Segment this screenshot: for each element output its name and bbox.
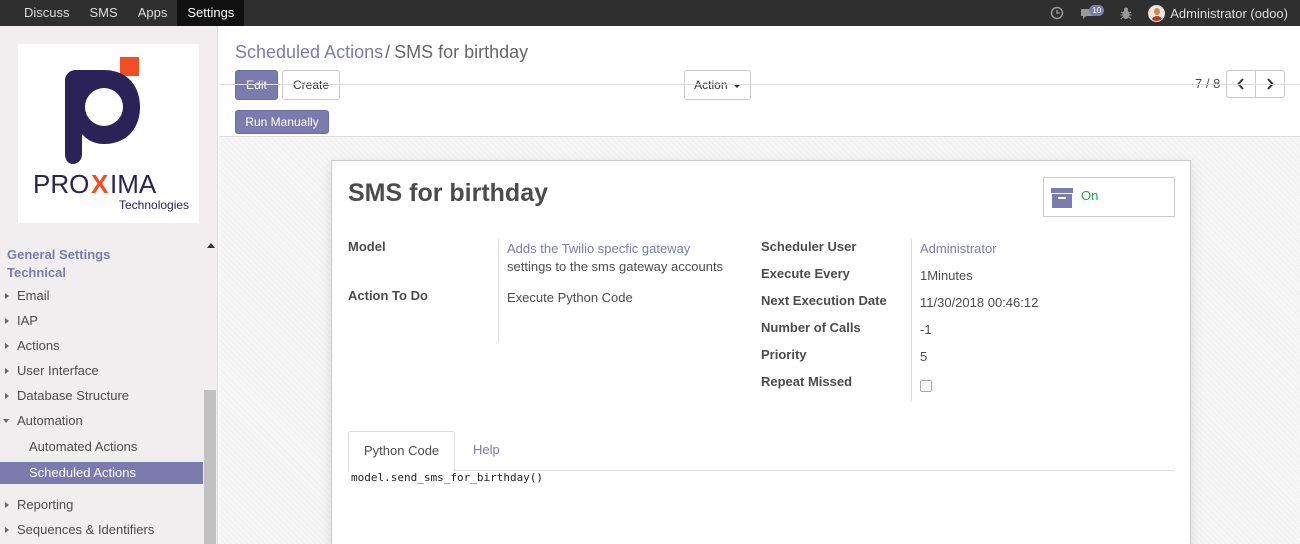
avatar[interactable] (1148, 4, 1166, 22)
edit-button[interactable]: Edit (235, 70, 278, 100)
tab-python-code[interactable]: Python Code (348, 431, 456, 472)
notebook-tabs: Python Code Help (348, 431, 1175, 472)
caret-right-icon (5, 393, 9, 399)
scheduler-user-value[interactable]: Administrator (920, 241, 997, 256)
sidebar-item-automation[interactable]: Automation (0, 410, 203, 432)
execute-every-value: 1Minutes (920, 268, 973, 283)
model-value-description: settings to the sms gateway accounts (507, 259, 724, 274)
sidebar-item-scheduled-actions[interactable]: Scheduled Actions (0, 462, 203, 484)
sidebar-item-label: IAP (17, 313, 38, 328)
messages-button[interactable]: 10 (1080, 4, 1105, 20)
sidebar-item-label: Reporting (17, 497, 74, 512)
number-of-calls-label: Number of Calls (761, 320, 861, 335)
run-manually-button[interactable]: Run Manually (235, 110, 329, 134)
app-menu: Discuss SMS Apps Settings (14, 0, 245, 26)
next-execution-label: Next Execution Date (761, 293, 887, 308)
breadcrumb-parent[interactable]: Scheduled Actions (235, 42, 383, 62)
sidebar: PRO X IMA Technologies General Settings … (0, 26, 218, 544)
scheduler-user-label: Scheduler User (761, 239, 857, 254)
menu-settings[interactable]: Settings (177, 0, 245, 26)
sidebar-item-actions[interactable]: Actions (0, 335, 203, 357)
caret-right-icon (5, 293, 9, 299)
sidebar-item-label: Automation (17, 413, 83, 428)
sidebar-item-sequences[interactable]: Sequences & Identifiers (0, 519, 203, 541)
sidebar-header-general-settings[interactable]: General Settings (7, 247, 110, 262)
sidebar-item-label: User Interface (17, 363, 99, 378)
company-logo: PRO X IMA Technologies (18, 44, 199, 223)
sidebar-item-label: Email (17, 288, 50, 303)
svg-text:Technologies: Technologies (119, 198, 189, 212)
next-execution-value: 11/30/2018 00:46:12 (920, 295, 1039, 310)
caret-right-icon (5, 318, 9, 324)
model-value-link[interactable]: Adds the Twilio specfic gateway (507, 241, 690, 256)
control-panel: Scheduled Actions / SMS for birthday Edit … (219, 26, 1300, 137)
breadcrumb-separator: / (385, 42, 391, 62)
scroll-up-icon[interactable] (207, 243, 215, 248)
svg-text:X: X (91, 169, 109, 199)
tab-help[interactable]: Help (458, 431, 515, 471)
breadcrumb-current: SMS for birthday (394, 42, 529, 62)
svg-text:IMA: IMA (110, 169, 157, 199)
record-title[interactable]: SMS for birthday (348, 179, 548, 208)
menu-sms[interactable]: SMS (80, 0, 128, 26)
svg-text:PRO: PRO (33, 169, 89, 199)
action-to-do-value: Execute Python Code (507, 290, 633, 305)
action-dropdown[interactable]: Action (684, 70, 751, 100)
bug-icon[interactable] (1120, 7, 1132, 20)
sidebar-item-email[interactable]: Email (0, 285, 203, 307)
sidebar-item-label: Automated Actions (29, 439, 138, 454)
sidebar-scrollbar-thumb[interactable] (204, 390, 216, 544)
action-to-do-label: Action To Do (348, 288, 428, 303)
menu-discuss[interactable]: Discuss (14, 0, 80, 26)
repeat-missed-checkbox[interactable] (920, 380, 932, 392)
message-count-badge: 10 (1089, 4, 1105, 16)
field-divider (498, 239, 499, 343)
sidebar-header-technical[interactable]: Technical (7, 265, 66, 280)
sidebar-item-label: Sequences & Identifiers (17, 522, 155, 537)
number-of-calls-value: -1 (920, 322, 932, 337)
sidebar-item-automated-actions[interactable]: Automated Actions (0, 436, 203, 458)
action-dropdown-label: Action (694, 78, 728, 92)
python-code-editor[interactable]: model.send_sms_for_birthday() (351, 471, 543, 484)
sidebar-item-reporting[interactable]: Reporting (0, 494, 203, 516)
clock-icon[interactable] (1050, 6, 1064, 20)
caret-right-icon (5, 343, 9, 349)
user-menu[interactable]: Administrator (odoo) (1170, 6, 1288, 21)
caret-right-icon (5, 368, 9, 374)
repeat-missed-label: Repeat Missed (761, 374, 853, 389)
priority-label: Priority (761, 347, 807, 362)
model-label: Model (348, 239, 386, 254)
form-sheet: SMS for birthday On Model Adds the Twili… (331, 160, 1191, 544)
breadcrumb: Scheduled Actions / SMS for birthday (235, 42, 528, 63)
active-toggle-button[interactable]: On (1043, 177, 1175, 217)
archive-icon (1051, 188, 1073, 208)
caret-right-icon (5, 527, 9, 533)
sidebar-item-label: Database Structure (17, 388, 130, 403)
top-navbar: Discuss SMS Apps Settings 10 Administrat… (0, 0, 1300, 26)
field-divider (911, 239, 912, 401)
menu-apps[interactable]: Apps (128, 0, 178, 26)
active-status-label: On (1081, 188, 1099, 203)
priority-value: 5 (920, 349, 928, 364)
caret-right-icon (5, 502, 9, 508)
sidebar-item-iap[interactable]: IAP (0, 310, 203, 332)
statusbar-divider (219, 84, 1300, 85)
sidebar-item-user-interface[interactable]: User Interface (0, 360, 203, 382)
create-button[interactable]: Create (282, 70, 340, 100)
sidebar-item-label: Scheduled Actions (29, 465, 136, 480)
sidebar-item-label: Actions (17, 338, 60, 353)
caret-down-icon (3, 419, 9, 423)
sidebar-item-database-structure[interactable]: Database Structure (0, 385, 203, 407)
systray: 10 Administrator (odoo) (1050, 0, 1300, 26)
execute-every-label: Execute Every (761, 266, 850, 281)
